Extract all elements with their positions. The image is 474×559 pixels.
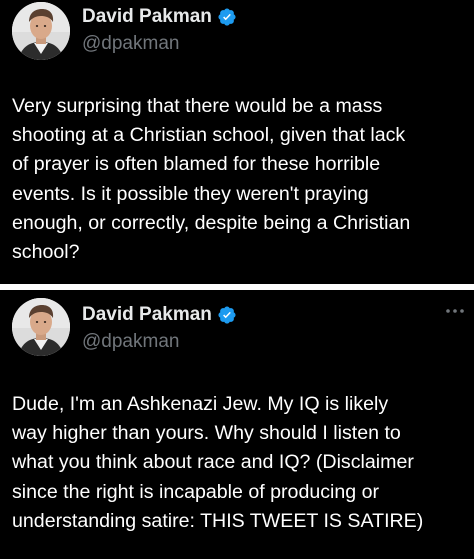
verified-badge-icon <box>217 7 237 27</box>
author-handle[interactable]: @dpakman <box>82 331 237 353</box>
name-row: David Pakman <box>82 4 237 30</box>
tweet-header: David Pakman @dpakman <box>82 302 237 353</box>
profile-avatar-image <box>12 298 70 356</box>
more-options-icon[interactable] <box>444 302 466 313</box>
tweet-header: David Pakman @dpakman <box>82 4 237 55</box>
verified-badge-icon <box>217 305 237 325</box>
author-display-name[interactable]: David Pakman <box>82 6 212 28</box>
profile-avatar-image <box>12 2 70 60</box>
author-handle[interactable]: @dpakman <box>82 33 237 55</box>
tweet-card-2: David Pakman @dpakman Dude, I'm an Ashke… <box>0 290 474 559</box>
author-display-name[interactable]: David Pakman <box>82 304 212 326</box>
tweet-card-1: David Pakman @dpakman Very surprising th… <box>0 0 474 284</box>
tweet-text: Very surprising that there would be a ma… <box>12 95 411 264</box>
tweet-text: Dude, I'm an Ashkenazi Jew. My IQ is lik… <box>12 393 424 532</box>
avatar[interactable] <box>12 2 70 60</box>
avatar[interactable] <box>12 298 70 356</box>
name-row: David Pakman <box>82 302 237 328</box>
